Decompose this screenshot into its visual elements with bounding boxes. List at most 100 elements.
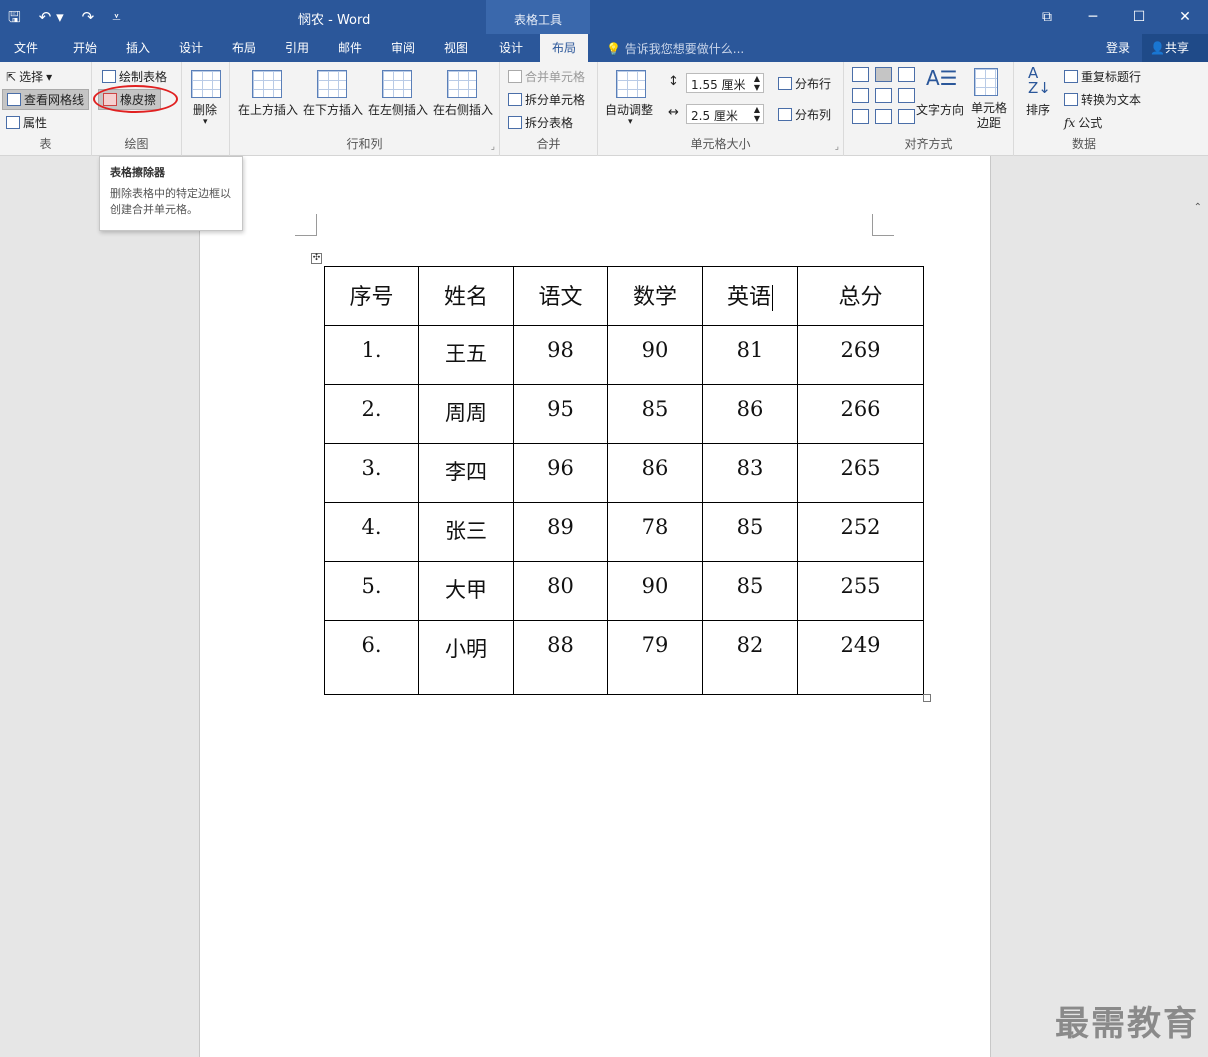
table-cell[interactable]: 79 [607, 620, 703, 695]
save-icon[interactable]: 🖫 [8, 6, 21, 28]
align-top-center-icon[interactable] [875, 67, 892, 82]
table-cell[interactable]: 82 [702, 620, 798, 695]
table-cell[interactable]: 86 [702, 384, 798, 444]
align-bottom-right-icon[interactable] [898, 109, 915, 124]
table-cell[interactable]: 小明 [418, 620, 514, 695]
insert-right-button[interactable]: 在右侧插入 [433, 101, 493, 118]
align-bottom-center-icon[interactable] [875, 109, 892, 124]
header-cell[interactable]: 数学 [607, 266, 703, 326]
dialog-launcher-icon[interactable]: ⌟ [835, 142, 839, 152]
align-center-icon[interactable] [875, 88, 892, 103]
insert-below-button[interactable]: 在下方插入 [303, 101, 363, 118]
tab-references[interactable]: 引用 [285, 39, 309, 56]
table-cell[interactable]: 85 [607, 384, 703, 444]
table-move-handle-icon[interactable]: ✣ [311, 253, 322, 264]
table-cell[interactable]: 255 [797, 561, 924, 621]
table-cell[interactable]: 张三 [418, 502, 514, 562]
row-height-input[interactable]: 1.55 厘米 ▲ ▼ [686, 73, 764, 93]
ribbon-display-options-icon[interactable]: ⧉ [1024, 0, 1070, 34]
table-cell[interactable]: 266 [797, 384, 924, 444]
table-cell[interactable]: 98 [513, 325, 608, 385]
table-cell[interactable]: 83 [702, 443, 798, 503]
align-top-right-icon[interactable] [898, 67, 915, 82]
formula-button[interactable]: fx 公式 [1064, 114, 1102, 131]
distribute-rows-button[interactable]: 分布行 [778, 75, 831, 92]
undo-icon[interactable]: ↶ ▾ [39, 6, 64, 28]
header-cell[interactable]: 英语 [702, 266, 798, 326]
score-table[interactable]: 序号 姓名 语文 数学 英语 总分 1. 王五 98 90 81 269 2. … [324, 266, 924, 695]
close-button[interactable]: ✕ [1162, 0, 1208, 34]
collapse-ribbon-icon[interactable]: ⌃ [1194, 202, 1202, 213]
convert-to-text-button[interactable]: 转换为文本 [1064, 91, 1141, 108]
split-cells-button[interactable]: 拆分单元格 [508, 91, 585, 108]
delete-button[interactable]: 删除 [193, 101, 217, 118]
table-cell[interactable]: 81 [702, 325, 798, 385]
tab-layout[interactable]: 布局 [232, 39, 256, 56]
table-cell[interactable]: 95 [513, 384, 608, 444]
dialog-launcher-icon[interactable]: ⌟ [491, 142, 495, 152]
tell-me-box[interactable]: 💡 告诉我您想要做什么... [606, 40, 744, 57]
table-cell[interactable]: 周周 [418, 384, 514, 444]
align-top-left-icon[interactable] [852, 67, 869, 82]
table-cell[interactable]: 3. [324, 443, 419, 503]
align-center-right-icon[interactable] [898, 88, 915, 103]
tab-review[interactable]: 审阅 [391, 39, 415, 56]
tab-file[interactable]: 文件 [14, 39, 38, 56]
tab-view[interactable]: 视图 [444, 39, 468, 56]
table-cell[interactable]: 269 [797, 325, 924, 385]
tab-table-design[interactable]: 设计 [499, 39, 523, 56]
tab-mailings[interactable]: 邮件 [338, 39, 362, 56]
merge-cells-button[interactable]: 合并单元格 [508, 68, 585, 85]
table-cell[interactable]: 85 [702, 561, 798, 621]
view-gridlines-button[interactable]: 查看网格线 [2, 89, 90, 110]
insert-above-button[interactable]: 在上方插入 [238, 101, 298, 118]
table-cell[interactable]: 80 [513, 561, 608, 621]
align-center-left-icon[interactable] [852, 88, 869, 103]
table-cell[interactable]: 大甲 [418, 561, 514, 621]
share-button[interactable]: 👤共享 [1142, 34, 1208, 62]
table-cell[interactable]: 89 [513, 502, 608, 562]
table-cell[interactable]: 85 [702, 502, 798, 562]
align-bottom-left-icon[interactable] [852, 109, 869, 124]
spinner-icon[interactable]: ▲ ▼ [754, 105, 760, 123]
column-width-input[interactable]: 2.5 厘米 ▲ ▼ [686, 104, 764, 124]
delete-chevron-icon[interactable]: ▾ [203, 117, 208, 127]
table-cell[interactable]: 李四 [418, 443, 514, 503]
tab-insert[interactable]: 插入 [126, 39, 150, 56]
table-cell[interactable]: 4. [324, 502, 419, 562]
cell-margins-button[interactable]: 单元格 边距 [971, 101, 1007, 131]
insert-left-button[interactable]: 在左侧插入 [368, 101, 428, 118]
maximize-button[interactable]: ☐ [1116, 0, 1162, 34]
table-resize-handle[interactable] [923, 694, 931, 702]
sort-button[interactable]: 排序 [1026, 101, 1050, 118]
sign-in-link[interactable]: 登录 [1106, 39, 1130, 56]
tab-design[interactable]: 设计 [179, 39, 203, 56]
table-cell[interactable]: 1. [324, 325, 419, 385]
header-cell[interactable]: 姓名 [418, 266, 514, 326]
table-cell[interactable]: 252 [797, 502, 924, 562]
header-cell[interactable]: 序号 [324, 266, 419, 326]
table-cell[interactable]: 5. [324, 561, 419, 621]
header-cell[interactable]: 语文 [513, 266, 608, 326]
tab-table-layout[interactable]: 布局 [540, 34, 589, 62]
customize-icon[interactable]: ⩡ [112, 6, 120, 28]
table-cell[interactable]: 2. [324, 384, 419, 444]
table-cell[interactable]: 78 [607, 502, 703, 562]
document-page[interactable]: ✣ 序号 姓名 语文 数学 英语 总分 1. 王五 98 90 81 269 2… [199, 156, 991, 1057]
header-cell[interactable]: 总分 [797, 266, 924, 326]
autofit-chevron-icon[interactable]: ▾ [628, 117, 633, 127]
repeat-header-button[interactable]: 重复标题行 [1064, 68, 1141, 85]
distribute-columns-button[interactable]: 分布列 [778, 106, 831, 123]
select-button[interactable]: ⇱ 选择 ▾ [6, 68, 52, 85]
table-cell[interactable]: 6. [324, 620, 419, 695]
table-cell[interactable]: 90 [607, 325, 703, 385]
text-direction-button[interactable]: 文字方向 [916, 101, 964, 118]
redo-icon[interactable]: ↷ [82, 6, 95, 28]
table-cell[interactable]: 86 [607, 443, 703, 503]
properties-button[interactable]: 属性 [6, 114, 47, 131]
draw-table-button[interactable]: 绘制表格 [102, 68, 167, 85]
table-cell[interactable]: 265 [797, 443, 924, 503]
tab-home[interactable]: 开始 [73, 39, 97, 56]
table-cell[interactable]: 96 [513, 443, 608, 503]
table-cell[interactable]: 88 [513, 620, 608, 695]
